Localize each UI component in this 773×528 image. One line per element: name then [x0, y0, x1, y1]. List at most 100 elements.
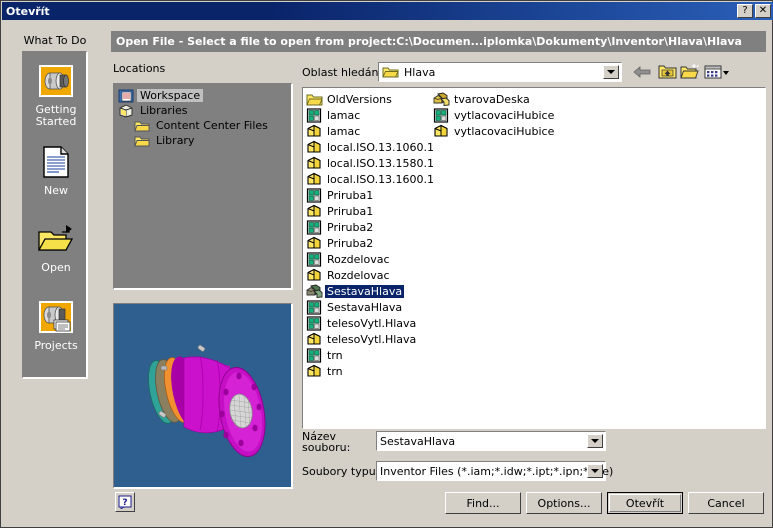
list-item[interactable]: Priruba2: [306, 235, 431, 251]
file-name: SestavaHlava: [325, 284, 405, 298]
close-icon[interactable]: ✕: [755, 4, 771, 18]
list-item[interactable]: Rozdelovac: [306, 251, 431, 267]
list-item[interactable]: Rozdelovac: [306, 267, 431, 283]
list-item[interactable]: telesoVytl.Hlava: [306, 331, 431, 347]
views-list-icon: [704, 65, 729, 78]
drawing-file-icon: [433, 107, 450, 123]
part-file-icon: [306, 332, 323, 347]
filename-combobox[interactable]: SestavaHlava: [376, 431, 606, 451]
svg-text:?: ?: [122, 498, 127, 508]
list-item[interactable]: trn: [306, 347, 431, 363]
filename-value: SestavaHlava: [380, 434, 456, 448]
wtd-item-new[interactable]: New: [23, 145, 89, 197]
file-list-column-2: tvarovaDeska vytlacovaciHubice vytlacova…: [433, 91, 593, 139]
wtd-label-open: Open: [41, 261, 71, 274]
up-one-level-button[interactable]: [656, 61, 678, 82]
wtd-label-projects: Projects: [34, 339, 78, 352]
views-button[interactable]: [703, 61, 731, 82]
file-name: trn: [327, 348, 343, 362]
find-button[interactable]: Find...: [445, 492, 521, 514]
look-in-label: Oblast hledání:: [302, 66, 386, 79]
drawing-file-icon: [306, 187, 323, 203]
dialog-header-bar: Open File - Select a file to open from p…: [111, 31, 766, 52]
help-question-icon: ?: [118, 495, 132, 509]
list-item[interactable]: OldVersions: [306, 91, 431, 107]
drawing-file-icon: [306, 107, 323, 123]
file-name: telesoVytl.Hlava: [327, 316, 417, 330]
help-title-button[interactable]: ?: [737, 4, 753, 18]
locations-tree[interactable]: Workspace Libraries Content Center Files…: [113, 83, 293, 290]
file-name: tvarovaDeska: [454, 92, 530, 106]
drawing-file-icon: [306, 251, 323, 267]
list-item[interactable]: vytlacovaciHubice: [433, 107, 593, 123]
look-in-combobox[interactable]: Hlava: [378, 62, 622, 82]
list-item[interactable]: local.ISO.13.1580.1: [306, 155, 434, 171]
file-name: telesoVytl.Hlava: [327, 332, 417, 346]
tree-item-workspace[interactable]: Workspace: [114, 88, 291, 103]
file-name: Rozdelovac: [327, 252, 390, 266]
title-bar: Otevřít ? ✕: [2, 2, 773, 20]
options-button[interactable]: Options...: [526, 492, 602, 514]
new-folder-icon: [680, 64, 699, 79]
tree-label-libraries: Libraries: [140, 104, 188, 117]
locations-label: Locations: [113, 62, 166, 75]
file-name: SestavaHlava: [327, 300, 403, 314]
chevron-down-icon[interactable]: [587, 464, 603, 478]
tree-item-content-center-files[interactable]: Content Center Files: [114, 118, 291, 133]
filetype-value: Inventor Files (*.iam;*.idw;*.ipt;*.ipn;…: [380, 464, 614, 478]
tree-item-libraries[interactable]: Libraries: [114, 103, 291, 118]
file-list[interactable]: OldVersions lamac lamac local.ISO.13.106…: [302, 87, 766, 429]
folder-icon: [306, 92, 323, 107]
tree-item-library[interactable]: Library: [114, 133, 291, 148]
list-item-selected[interactable]: SestavaHlava: [306, 283, 431, 299]
file-name: local.ISO.13.1580.1: [327, 156, 435, 170]
assembly-file-icon: [433, 92, 450, 107]
list-item[interactable]: Priruba1: [306, 187, 431, 203]
list-item[interactable]: tvarovaDeska: [433, 91, 593, 107]
file-name: Rozdelovac: [327, 268, 390, 282]
workspace-icon: [118, 89, 134, 103]
part-file-icon: [433, 124, 450, 139]
part-file-icon: [306, 364, 323, 379]
cancel-button[interactable]: Cancel: [688, 492, 764, 514]
3d-model-preview: [113, 303, 293, 489]
list-item[interactable]: lamac: [306, 123, 431, 139]
new-document-icon: [23, 145, 89, 182]
list-item[interactable]: local.ISO.13.1060.1: [306, 139, 434, 155]
wtd-item-getting-started[interactable]: Getting Started: [23, 64, 89, 128]
list-item[interactable]: Priruba2: [306, 219, 431, 235]
part-file-icon: [306, 236, 323, 251]
list-item[interactable]: Priruba1: [306, 203, 431, 219]
what-to-do-label: What To Do: [23, 34, 87, 47]
list-item[interactable]: local.ISO.13.1600.1: [306, 171, 434, 187]
drawing-file-icon: [306, 299, 323, 315]
new-folder-button[interactable]: [679, 61, 701, 82]
assembly-file-icon: [306, 284, 323, 299]
drawing-file-icon: [306, 315, 323, 331]
list-item[interactable]: vytlacovaciHubice: [433, 123, 593, 139]
chevron-down-icon[interactable]: [587, 434, 603, 448]
up-folder-icon: [658, 65, 676, 79]
open-folder-icon: [23, 224, 89, 259]
chevron-down-icon[interactable]: [603, 65, 619, 79]
wtd-item-open[interactable]: Open: [23, 224, 89, 274]
list-item[interactable]: telesoVytl.Hlava: [306, 315, 431, 331]
part-file-icon: [306, 156, 323, 171]
options-button-label: Options...: [537, 496, 591, 510]
list-item[interactable]: lamac: [306, 107, 431, 123]
what-to-do-panel: Getting Started New Open Projects: [22, 51, 88, 379]
filename-label: Název souboru:: [302, 431, 351, 453]
file-name: Priruba2: [327, 236, 374, 250]
wtd-item-projects[interactable]: Projects: [23, 300, 89, 352]
back-button[interactable]: [631, 61, 653, 82]
list-item[interactable]: trn: [306, 363, 431, 379]
wtd-label-getting-started-line2: Started: [35, 115, 77, 128]
file-name: local.ISO.13.1060.1: [327, 140, 435, 154]
open-button[interactable]: Otevřít: [607, 492, 683, 514]
file-name: lamac: [327, 124, 361, 138]
drawing-file-icon: [306, 347, 323, 363]
filetype-combobox[interactable]: Inventor Files (*.iam;*.idw;*.ipt;*.ipn;…: [376, 461, 613, 481]
list-item[interactable]: SestavaHlava: [306, 299, 431, 315]
folder-icon: [134, 119, 150, 133]
help-button[interactable]: ?: [115, 492, 135, 512]
